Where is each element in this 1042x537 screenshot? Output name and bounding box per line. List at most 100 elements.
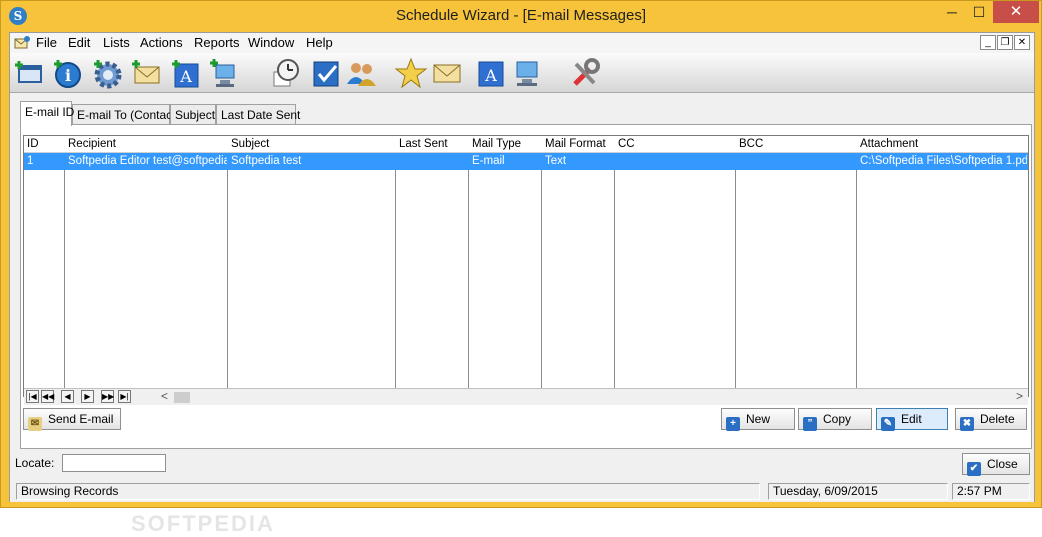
- records-grid: ID Recipient Subject Last Sent Mail Type…: [23, 135, 1029, 405]
- locate-input[interactable]: [62, 454, 166, 472]
- grid-divider: [856, 136, 857, 388]
- column-header-last-sent[interactable]: Last Sent: [396, 136, 468, 153]
- tab-subject[interactable]: Subject: [170, 104, 216, 125]
- horizontal-scroll-thumb[interactable]: [174, 392, 190, 403]
- column-header-mail-format[interactable]: Mail Format: [542, 136, 614, 153]
- delete-icon: ✖: [960, 417, 974, 431]
- menu-reports[interactable]: Reports: [194, 35, 240, 50]
- cell-subject[interactable]: Softpedia test: [228, 153, 395, 170]
- delete-button[interactable]: ✖ Delete: [955, 408, 1027, 431]
- grid-divider: [227, 136, 228, 388]
- copy-label: Copy: [823, 412, 852, 426]
- cell-mail-format[interactable]: Text: [542, 153, 614, 170]
- column-header-mail-type[interactable]: Mail Type: [469, 136, 541, 153]
- info-icon[interactable]: i: [50, 56, 84, 90]
- app-window: S Schedule Wizard - [E-mail Messages] ─ …: [0, 0, 1042, 536]
- grid-divider: [395, 136, 396, 388]
- contacts-icon[interactable]: [344, 56, 378, 90]
- cell-bcc[interactable]: [736, 153, 856, 170]
- window-title: Schedule Wizard - [E-mail Messages]: [395, 7, 647, 24]
- column-header-attachment[interactable]: Attachment: [857, 136, 1027, 153]
- column-header-recipient[interactable]: Recipient: [65, 136, 227, 153]
- svg-text:A: A: [179, 67, 192, 86]
- message-a-icon[interactable]: A: [474, 56, 508, 90]
- grid-divider: [64, 136, 65, 388]
- close-button[interactable]: ✔ Close: [962, 453, 1030, 476]
- last-record-button[interactable]: ▶|: [118, 390, 131, 403]
- tools-wrench-icon[interactable]: [568, 56, 602, 90]
- cell-recipient[interactable]: Softpedia Editor test@softpedia.c: [65, 153, 227, 170]
- schedule-clock-icon[interactable]: [268, 56, 302, 90]
- status-bar: Browsing Records Tuesday, 6/09/2015 2:57…: [10, 481, 1034, 502]
- status-date: Tuesday, 6/09/2015: [768, 483, 948, 500]
- cell-mail-type[interactable]: E-mail: [469, 153, 541, 170]
- grid-divider: [468, 136, 469, 388]
- next-page-button[interactable]: ▶▶: [101, 390, 114, 403]
- check-task-icon[interactable]: [310, 56, 344, 90]
- first-record-button[interactable]: |◀: [26, 390, 39, 403]
- softpedia-watermark: SOFTPEDIA: [131, 511, 275, 536]
- column-header-id[interactable]: ID: [24, 136, 64, 153]
- mdi-controls: _ ❐ ✕: [979, 34, 1030, 50]
- close-label: Close: [987, 457, 1018, 471]
- delete-label: Delete: [980, 412, 1015, 426]
- tab-panel: ID Recipient Subject Last Sent Mail Type…: [20, 124, 1032, 536]
- new-email-icon[interactable]: [128, 56, 162, 90]
- scroll-right-button[interactable]: >: [1016, 389, 1023, 403]
- grid-divider: [541, 136, 542, 388]
- prev-record-button[interactable]: ◀: [61, 390, 74, 403]
- grid-divider: [614, 136, 615, 388]
- tab-email-to-contact[interactable]: E-mail To (Contact): [72, 104, 179, 125]
- close-window-button[interactable]: ✕: [993, 1, 1039, 23]
- prev-page-button[interactable]: ◀◀: [41, 390, 54, 403]
- menu-edit[interactable]: Edit: [68, 35, 90, 50]
- next-record-button[interactable]: ▶: [81, 390, 94, 403]
- send-email-label: Send E-mail: [48, 412, 114, 426]
- cell-last-sent[interactable]: [396, 153, 468, 170]
- status-time: 2:57 PM: [952, 483, 1030, 500]
- email-icon[interactable]: [430, 56, 464, 90]
- new-label: New: [746, 412, 771, 426]
- menu-file[interactable]: File: [36, 35, 57, 50]
- client-area: File Edit Lists Actions Reports Window H…: [9, 32, 1035, 536]
- menu-window[interactable]: Window: [248, 35, 294, 50]
- document-menu-icon[interactable]: [14, 36, 30, 50]
- cell-id[interactable]: 1: [24, 153, 64, 170]
- new-task-icon[interactable]: [13, 56, 47, 90]
- mdi-minimize-button[interactable]: _: [980, 35, 996, 50]
- scroll-left-button[interactable]: <: [161, 389, 168, 403]
- mdi-close-button[interactable]: ✕: [1014, 35, 1030, 50]
- minimize-button[interactable]: ─: [937, 1, 967, 23]
- grid-navigator: |◀ ◀◀ ◀ ▶ ▶▶ ▶| < >: [24, 388, 1028, 405]
- pencil-icon: ✎: [881, 417, 895, 431]
- new-button[interactable]: + New: [721, 408, 795, 431]
- send-email-button[interactable]: ✉ Send E-mail: [23, 408, 121, 431]
- edit-label: Edit: [901, 412, 922, 426]
- new-network-icon[interactable]: [206, 56, 240, 90]
- cell-cc[interactable]: [615, 153, 735, 170]
- new-message-a-icon[interactable]: A: [168, 56, 202, 90]
- tab-email-id[interactable]: E-mail ID: [20, 101, 74, 126]
- menu-actions[interactable]: Actions: [140, 35, 183, 50]
- status-text: Browsing Records: [16, 483, 760, 500]
- plus-icon: +: [726, 417, 740, 431]
- column-header-bcc[interactable]: BCC: [736, 136, 856, 153]
- column-header-cc[interactable]: CC: [615, 136, 735, 153]
- cell-attachment[interactable]: C:\Softpedia Files\Softpedia 1.pdf: [857, 153, 1027, 170]
- copy-icon: ”: [803, 417, 817, 431]
- copy-button[interactable]: ” Copy: [798, 408, 872, 431]
- edit-button[interactable]: ✎ Edit: [876, 408, 948, 431]
- mdi-restore-button[interactable]: ❐: [997, 35, 1013, 50]
- svg-text:A: A: [484, 66, 497, 85]
- tab-last-date-sent[interactable]: Last Date Sent: [216, 104, 300, 125]
- table-row[interactable]: 1 Softpedia Editor test@softpedia.c Soft…: [24, 153, 1028, 170]
- menu-help[interactable]: Help: [306, 35, 333, 50]
- menu-lists[interactable]: Lists: [103, 35, 130, 50]
- send-email-icon: ✉: [28, 417, 42, 431]
- toolbar: i A A: [10, 53, 1034, 93]
- settings-gear-icon[interactable]: [90, 56, 124, 90]
- favorites-star-icon[interactable]: [394, 56, 428, 90]
- column-header-subject[interactable]: Subject: [228, 136, 395, 153]
- network-icon[interactable]: [510, 56, 544, 90]
- maximize-button[interactable]: ☐: [964, 1, 994, 23]
